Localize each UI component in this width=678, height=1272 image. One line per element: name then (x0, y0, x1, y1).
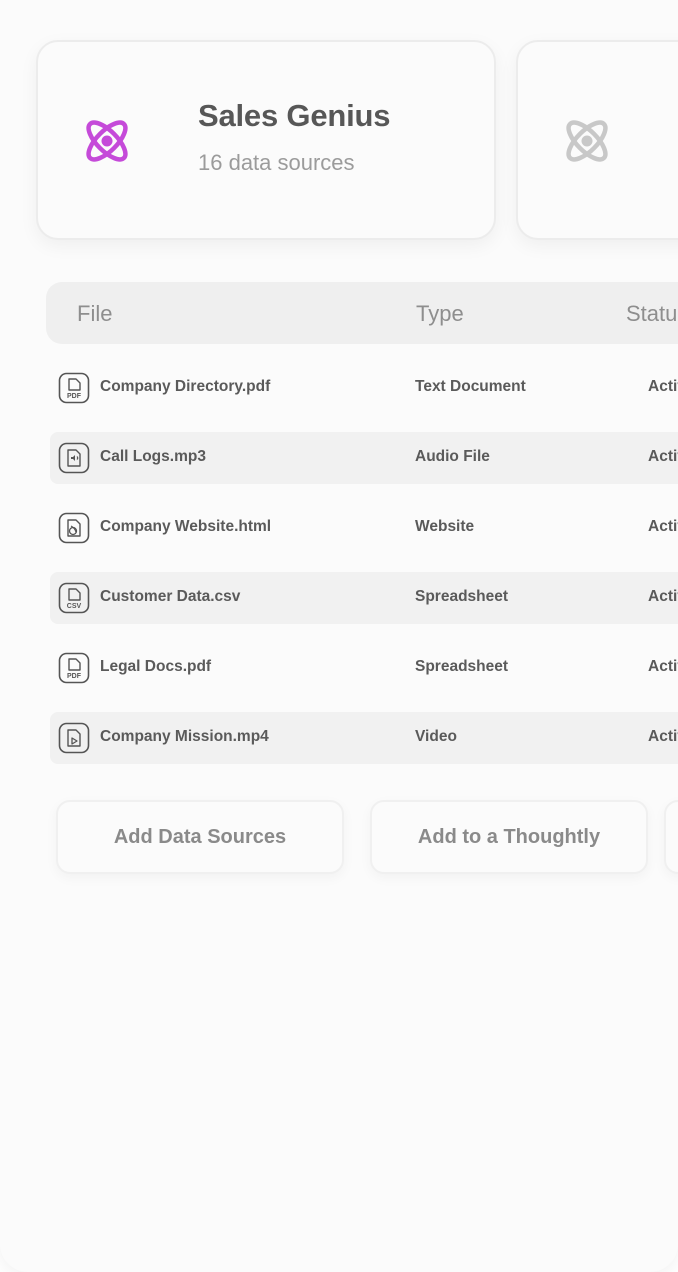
table-row[interactable]: PDF Company Directory.pdf Text Document … (50, 362, 678, 414)
web-file-icon (58, 512, 90, 544)
file-type: Spreadsheet (415, 658, 509, 675)
more-action-button[interactable] (664, 800, 678, 874)
table-row[interactable]: Company Website.html Website Active (50, 502, 678, 554)
file-type: Website (415, 518, 475, 535)
table-header: File Type Status (46, 282, 678, 344)
file-status: Active (648, 728, 678, 745)
data-sources-panel: Sales Genius 16 data sources File Type S… (0, 0, 678, 1272)
add-data-sources-button[interactable]: Add Data Sources (56, 800, 344, 874)
file-status: Active (648, 658, 678, 675)
table-row[interactable]: Company Mission.mp4 Video Active (50, 712, 678, 764)
agent-card-2[interactable] (516, 40, 678, 240)
pdf-file-icon: PDF (58, 652, 90, 684)
svg-text:PDF: PDF (67, 393, 82, 400)
atom-icon (86, 120, 128, 162)
file-status: Active (648, 448, 678, 465)
file-type: Audio File (415, 448, 490, 465)
csv-file-icon: CSV (58, 582, 90, 614)
file-name: Legal Docs.pdf (100, 658, 212, 675)
audio-file-icon (58, 442, 90, 474)
table-row[interactable]: PDF Legal Docs.pdf Spreadsheet Active (50, 642, 678, 694)
agent-data-source-count: 16 data sources (198, 150, 355, 175)
file-name: Company Mission.mp4 (100, 728, 269, 745)
video-file-icon (58, 722, 90, 754)
file-status: Active (648, 378, 678, 395)
pdf-file-icon: PDF (58, 372, 90, 404)
file-type: Spreadsheet (415, 588, 509, 605)
atom-icon (566, 120, 608, 162)
file-type: Text Document (415, 378, 526, 395)
file-status: Active (648, 518, 678, 535)
svg-text:CSV: CSV (67, 603, 82, 610)
column-header-type[interactable]: Type (416, 301, 464, 327)
file-name: Customer Data.csv (100, 588, 241, 605)
file-name: Company Website.html (100, 518, 272, 535)
file-name: Call Logs.mp3 (100, 448, 206, 465)
agent-card-sales-genius[interactable]: Sales Genius 16 data sources (36, 40, 496, 240)
table-row[interactable]: CSV Customer Data.csv Spreadsheet Active (50, 572, 678, 624)
agent-title: Sales Genius (198, 98, 391, 133)
table-row[interactable]: Call Logs.mp3 Audio File Active (50, 432, 678, 484)
file-name: Company Directory.pdf (100, 378, 271, 395)
svg-text:PDF: PDF (67, 673, 82, 680)
column-header-file[interactable]: File (77, 301, 112, 327)
column-header-status[interactable]: Status (626, 301, 678, 327)
file-type: Video (415, 728, 457, 745)
add-to-thoughtly-button[interactable]: Add to a Thoughtly (370, 800, 648, 874)
file-status: Active (648, 588, 678, 605)
